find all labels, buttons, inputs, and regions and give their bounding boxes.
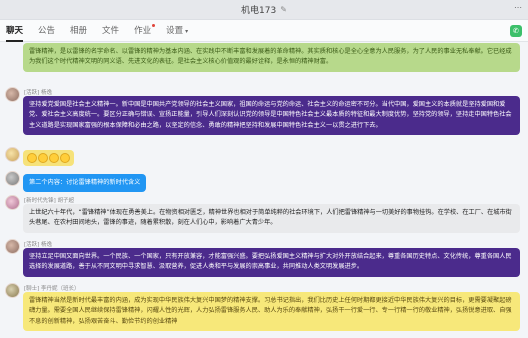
tab-label: 设置 (166, 25, 184, 36)
message-text: 雷锋精神，是以雷锋的名字命名、以雷锋的精神为基本内涵、在实践中不断丰富和发展着的… (29, 48, 512, 66)
tab-label: 文件 (102, 25, 120, 36)
message-bubble[interactable] (23, 150, 74, 166)
sender-name: [活跃] 杨逸 (24, 242, 53, 248)
message-bubble[interactable]: 第二个内容：讨论雷锋精神的新时代含义 (23, 174, 147, 193)
thumbs-up-emoji-icon (49, 153, 59, 163)
tab-album[interactable]: 相册 (70, 20, 87, 42)
message-bubble[interactable]: 雷锋精神当然是新时代最丰富的内涵，成为实现中华民族伟大复兴中国梦的精神支撑。习总… (23, 292, 520, 331)
edit-icon[interactable]: ✎ (280, 5, 287, 14)
sender-name: [活跃] 杨逸 (24, 90, 53, 96)
tab-label: 作业 (134, 25, 152, 36)
thumbs-up-emoji-icon (38, 153, 48, 163)
message-text: 坚持爱党爱国是社会主义精神一。新中国是中国共产党领导的社会主义国家，祖国的命运与… (29, 101, 512, 129)
thumbs-up-emoji-icon (60, 153, 70, 163)
title-bar: 机电173 ✎ ⋯ (0, 0, 528, 20)
avatar[interactable] (5, 147, 20, 162)
avatar[interactable] (5, 283, 20, 298)
message-text: 第二个内容：讨论雷锋精神的新时代含义 (29, 179, 141, 186)
message-bubble[interactable]: 坚持立足中国又面向世界。一个民族、一个国家，只有开放兼容，才能富强兴盛。要把弘扬… (23, 248, 520, 277)
message-text: 坚持立足中国又面向世界。一个民族、一个国家，只有开放兼容，才能富强兴盛。要把弘扬… (29, 253, 512, 271)
message-text: 上世纪六十年代，“雷锋精神”体现在勇善美上。在物资相对匮乏，精神世界也相对于简单… (29, 209, 512, 227)
chevron-down-icon: ▾ (185, 27, 189, 35)
message-bubble[interactable]: 坚持爱党爱国是社会主义精神一。新中国是中国共产党领导的社会主义国家，祖国的命运与… (23, 96, 520, 135)
message-bubble[interactable]: 雷锋精神，是以雷锋的名字命名、以雷锋的精神为基本内涵、在实践中不断丰富和发展着的… (23, 43, 520, 72)
tab-bar: 聊天 公告 相册 文件 作业 设置 ▾ (0, 20, 528, 42)
avatar[interactable] (5, 171, 20, 186)
window-title: 机电173 (241, 6, 277, 16)
notification-dot (152, 23, 156, 27)
avatar[interactable] (5, 87, 20, 102)
message-text: 雷锋精神当然是新时代最丰富的内涵，成为实现中华民族伟大复兴中国梦的精神支撑。习总… (29, 297, 512, 325)
chat-area[interactable]: 雷锋精神，是以雷锋的名字命名、以雷锋的精神为基本内涵、在实践中不断丰富和发展着的… (0, 43, 528, 338)
tab-announcement[interactable]: 公告 (38, 20, 55, 42)
tab-homework[interactable]: 作业 (134, 20, 156, 42)
avatar[interactable] (5, 239, 20, 254)
avatar[interactable] (5, 195, 20, 210)
tab-files[interactable]: 文件 (102, 20, 119, 42)
tab-chat[interactable]: 聊天 (6, 20, 24, 42)
thumbs-up-emoji-icon (27, 153, 37, 163)
sender-name: [聊士] 李丹妮（班长） (24, 286, 80, 292)
tab-settings[interactable]: 设置 ▾ (166, 20, 188, 42)
tab-label: 公告 (38, 25, 56, 36)
phone-icon[interactable]: ✆ (510, 25, 522, 37)
more-icon[interactable]: ⋯ (514, 3, 522, 12)
message-bubble[interactable]: 上世纪六十年代，“雷锋精神”体现在勇善美上。在物资相对匮乏，精神世界也相对于简单… (23, 204, 520, 233)
tab-label: 相册 (70, 25, 88, 36)
emoji-row (27, 153, 70, 163)
tab-label: 聊天 (6, 25, 24, 36)
sender-name: [新时代先锋] 胡子超 (24, 198, 75, 204)
